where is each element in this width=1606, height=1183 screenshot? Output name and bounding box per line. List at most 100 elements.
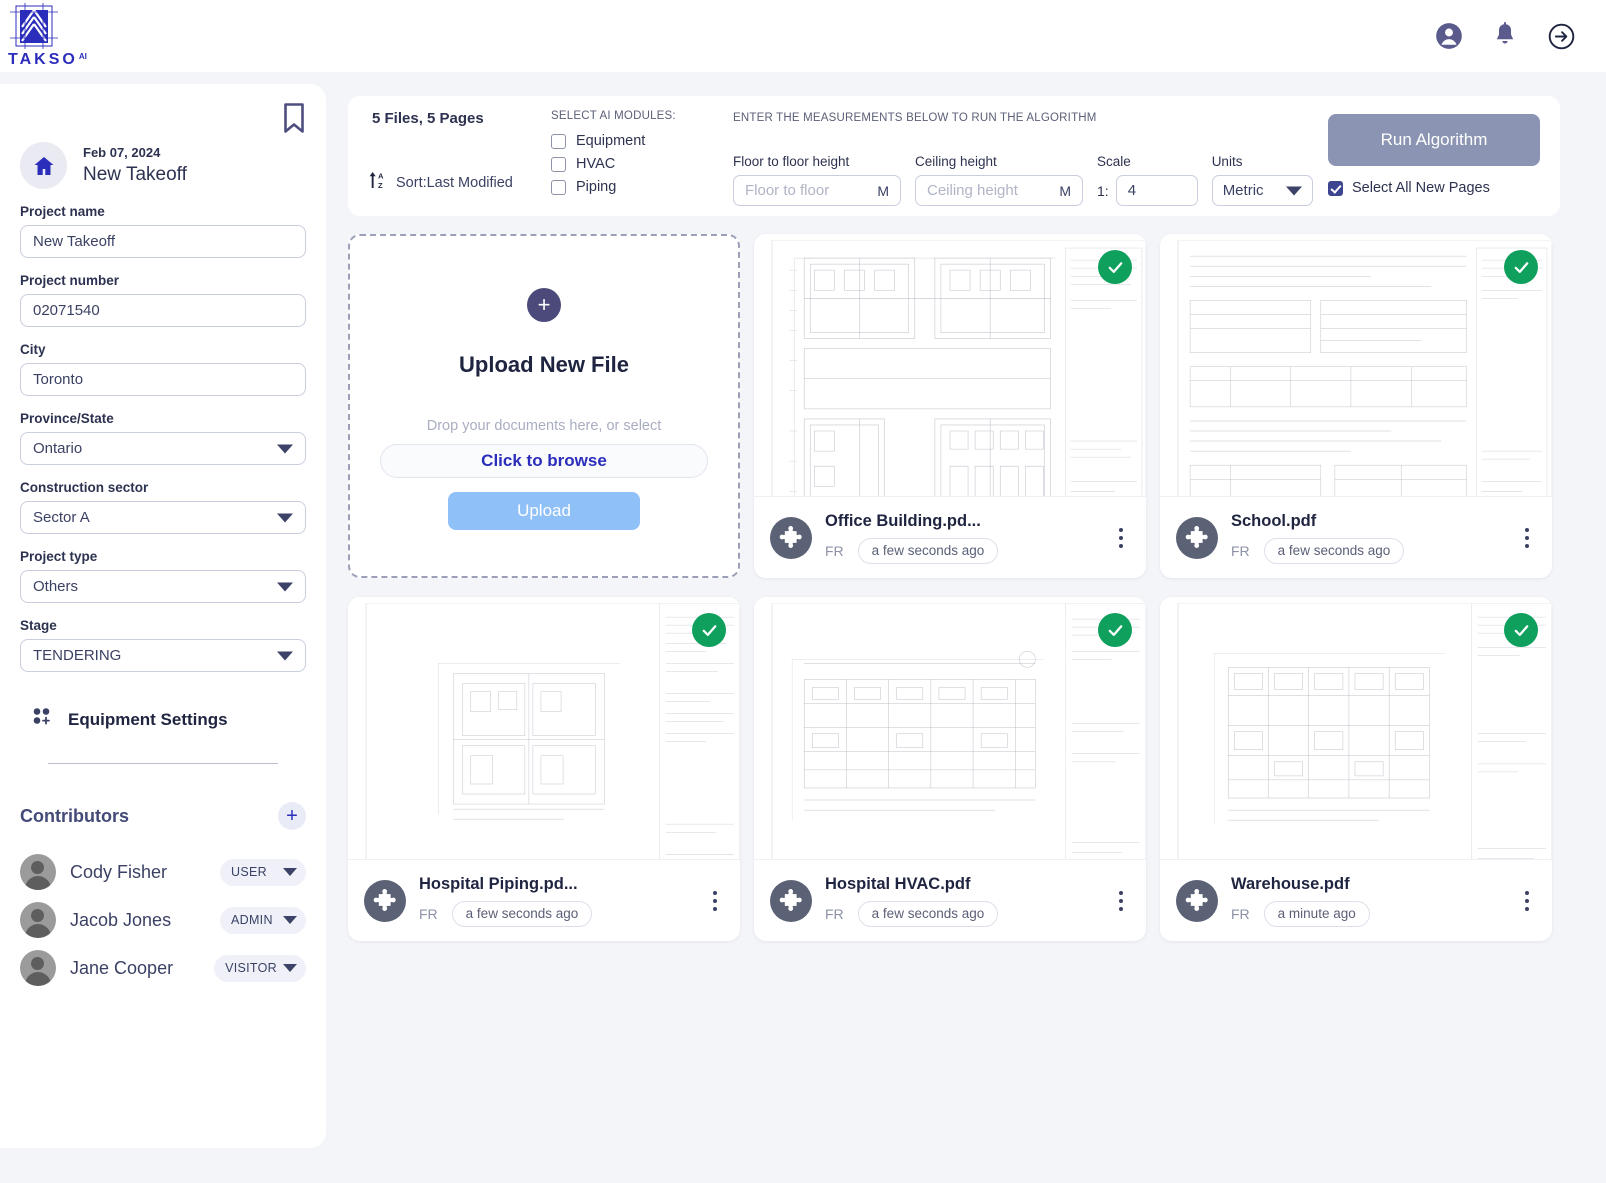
- add-contributor-button[interactable]: +: [278, 802, 306, 830]
- sidebar-divider: [48, 763, 278, 764]
- contributor-role-select[interactable]: USER: [220, 858, 306, 886]
- file-card[interactable]: Hospital HVAC.pdf FR a few seconds ago: [754, 597, 1146, 941]
- file-card[interactable]: School.pdf FR a few seconds ago: [1160, 234, 1552, 578]
- field-stage: Stage TENDERING: [20, 618, 306, 672]
- units-value: Metric: [1222, 182, 1264, 199]
- module-hvac-checkbox[interactable]: [551, 156, 566, 172]
- project-header: Feb 07, 2024 New Takeoff: [20, 142, 306, 189]
- file-thumbnail[interactable]: [1160, 234, 1552, 496]
- field-construction-sector: Construction sector Sector A: [20, 480, 306, 534]
- sort-az-icon: A Z: [368, 170, 387, 195]
- field-city: City Toronto: [20, 342, 306, 396]
- module-equipment-checkbox[interactable]: [551, 133, 566, 149]
- file-card[interactable]: Hospital Piping.pd... FR a few seconds a…: [348, 597, 740, 941]
- click-to-browse-button[interactable]: Click to browse: [380, 444, 708, 478]
- chevron-down-icon: [283, 916, 297, 924]
- field-label: Construction sector: [20, 480, 149, 495]
- upload-new-file-card[interactable]: + Upload New File Drop your documents he…: [348, 234, 740, 578]
- ai-modules-caption: SELECT AI MODULES:: [551, 110, 676, 122]
- project-number-input[interactable]: 02071540: [20, 294, 306, 327]
- ceiling-height-input[interactable]: Ceiling height M: [915, 175, 1083, 206]
- file-card[interactable]: Warehouse.pdf FR a minute ago: [1160, 597, 1552, 941]
- file-card-footer: Hospital Piping.pd... FR a few seconds a…: [348, 859, 740, 941]
- file-options-menu-icon[interactable]: [704, 890, 726, 911]
- puzzle-piece-icon: [1176, 879, 1218, 922]
- main-content: 5 Files, 5 Pages A Z Sort:Last Modified …: [348, 96, 1560, 941]
- file-selected-check-icon[interactable]: [1098, 250, 1132, 284]
- file-thumbnail[interactable]: [1160, 597, 1552, 859]
- field-label: Project name: [20, 204, 105, 219]
- module-equipment-row[interactable]: Equipment: [551, 133, 676, 149]
- files-grid: + Upload New File Drop your documents he…: [348, 234, 1560, 941]
- contributor-name: Jane Cooper: [70, 957, 174, 978]
- brand-superscript: AI: [78, 52, 87, 61]
- construction-sector-select[interactable]: Sector A: [20, 501, 306, 534]
- brand-logo: TAKSO AI: [0, 3, 87, 69]
- chevron-down-icon: [283, 868, 297, 876]
- project-sidebar: Feb 07, 2024 New Takeoff Project name Ne…: [0, 84, 326, 1148]
- file-options-menu-icon[interactable]: [1516, 527, 1538, 548]
- scale-input[interactable]: 4: [1115, 175, 1198, 206]
- select-all-new-pages-row[interactable]: Select All New Pages: [1328, 180, 1540, 196]
- project-type-select[interactable]: Others: [20, 570, 306, 603]
- file-selected-check-icon[interactable]: [1098, 613, 1132, 647]
- equipment-settings-button[interactable]: Equipment Settings: [20, 706, 306, 733]
- logout-arrow-icon[interactable]: [1546, 21, 1576, 51]
- module-equipment-label: Equipment: [576, 133, 646, 149]
- bookmark-icon[interactable]: [282, 102, 306, 140]
- select-all-new-pages-label: Select All New Pages: [1352, 180, 1490, 196]
- field-label: Project number: [20, 273, 120, 288]
- file-language: FR: [419, 905, 438, 922]
- module-hvac-label: HVAC: [576, 156, 616, 172]
- province-state-select[interactable]: Ontario: [20, 432, 306, 465]
- contributor-row: Cody Fisher USER: [20, 854, 306, 890]
- chevron-down-icon: [277, 651, 293, 660]
- contributor-role-value: VISITOR: [225, 961, 277, 975]
- upload-plus-icon[interactable]: +: [527, 288, 561, 322]
- blueprint-drawing: [1170, 240, 1552, 496]
- equipment-settings-label: Equipment Settings: [68, 709, 228, 729]
- upload-button[interactable]: Upload: [448, 492, 640, 530]
- project-type-value: Others: [33, 578, 79, 595]
- contributor-role-select[interactable]: VISITOR: [214, 954, 306, 982]
- project-title: New Takeoff: [83, 164, 187, 186]
- city-input[interactable]: Toronto: [20, 363, 306, 396]
- module-piping-row[interactable]: Piping: [551, 179, 676, 195]
- floor-to-floor-input[interactable]: Floor to floor M: [733, 175, 901, 206]
- upload-title: Upload New File: [459, 352, 629, 377]
- sort-button[interactable]: A Z Sort:Last Modified: [368, 170, 513, 195]
- module-hvac-row[interactable]: HVAC: [551, 156, 676, 172]
- run-algorithm-button[interactable]: Run Algorithm: [1328, 114, 1540, 166]
- account-icon[interactable]: [1434, 21, 1464, 51]
- contributor-role-select[interactable]: ADMIN: [220, 906, 306, 934]
- project-name-input[interactable]: New Takeoff: [20, 225, 306, 258]
- contributor-row: Jacob Jones ADMIN: [20, 902, 306, 938]
- scale-prefix: 1:: [1097, 182, 1109, 199]
- floor-to-floor-placeholder: Floor to floor: [745, 182, 830, 199]
- file-options-menu-icon[interactable]: [1110, 890, 1132, 911]
- file-card[interactable]: Office Building.pd... FR a few seconds a…: [754, 234, 1146, 578]
- contributors-title: Contributors: [20, 805, 129, 826]
- file-selected-check-icon[interactable]: [1504, 613, 1538, 647]
- floor-to-floor-group: Floor to floor height Floor to floor M: [733, 154, 901, 206]
- puzzle-piece-icon: [770, 879, 812, 922]
- file-thumbnail[interactable]: [754, 597, 1146, 859]
- notification-bell-icon[interactable]: [1490, 21, 1520, 51]
- file-thumbnail[interactable]: [754, 234, 1146, 496]
- file-options-menu-icon[interactable]: [1110, 527, 1132, 548]
- units-select[interactable]: Metric: [1211, 175, 1313, 206]
- file-thumbnail[interactable]: [348, 597, 740, 859]
- blueprint-drawing: [358, 603, 740, 859]
- svg-text:Z: Z: [378, 181, 383, 190]
- module-piping-checkbox[interactable]: [551, 179, 566, 195]
- file-timestamp: a few seconds ago: [1263, 537, 1405, 564]
- select-all-new-pages-checkbox[interactable]: [1328, 180, 1343, 196]
- file-card-footer: School.pdf FR a few seconds ago: [1160, 496, 1552, 578]
- avatar: [20, 902, 56, 938]
- floor-to-floor-unit: M: [877, 182, 889, 199]
- scale-label: Scale: [1097, 154, 1131, 169]
- file-options-menu-icon[interactable]: [1516, 890, 1538, 911]
- stage-select[interactable]: TENDERING: [20, 639, 306, 672]
- file-selected-check-icon[interactable]: [692, 613, 726, 647]
- file-selected-check-icon[interactable]: [1504, 250, 1538, 284]
